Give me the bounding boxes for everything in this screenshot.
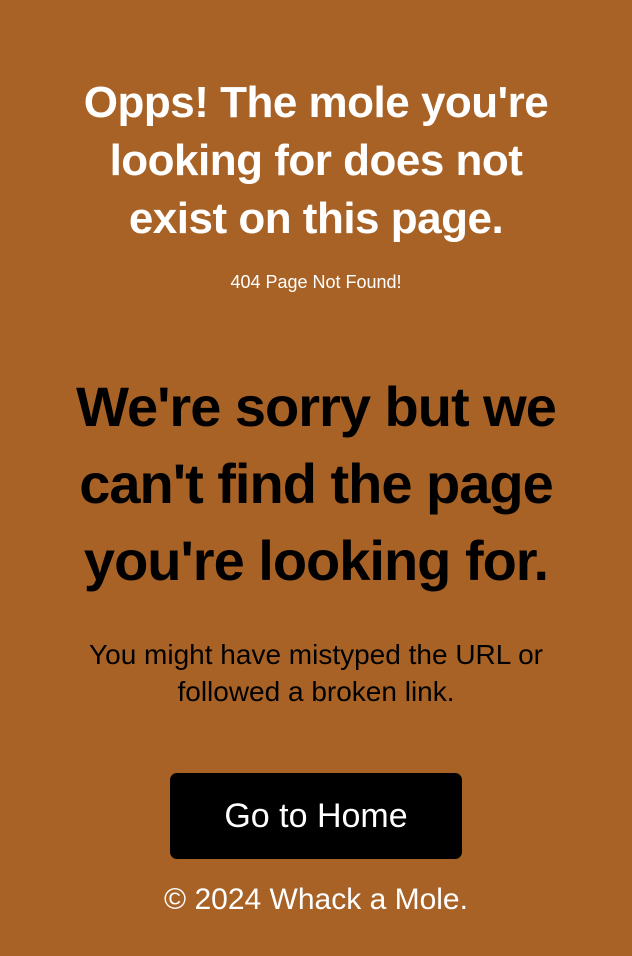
apology-line: you're looking for. <box>83 529 549 592</box>
apology-line: can't find the page <box>79 452 553 515</box>
headline-line: exist on this page. <box>128 194 504 243</box>
error-code-text: 404 Page Not Found! <box>230 272 402 292</box>
headline-line: looking for does not <box>109 136 523 185</box>
apology-line: We're sorry but we <box>76 375 557 438</box>
error-headline: Opps! The mole you're looking for does n… <box>0 74 632 248</box>
hint-line: followed a broken link. <box>177 676 455 707</box>
hint-line: You might have mistyped the URL or <box>89 639 543 670</box>
not-found-page: Opps! The mole you're looking for does n… <box>0 0 632 956</box>
headline-line: Opps! The mole you're <box>83 78 549 127</box>
apology-title: We're sorry but we can't find the page y… <box>0 368 632 599</box>
hint-text: You might have mistyped the URL or follo… <box>0 636 632 710</box>
footer-copyright: © 2024 Whack a Mole. <box>164 883 468 916</box>
go-home-button[interactable]: Go to Home <box>170 773 462 859</box>
